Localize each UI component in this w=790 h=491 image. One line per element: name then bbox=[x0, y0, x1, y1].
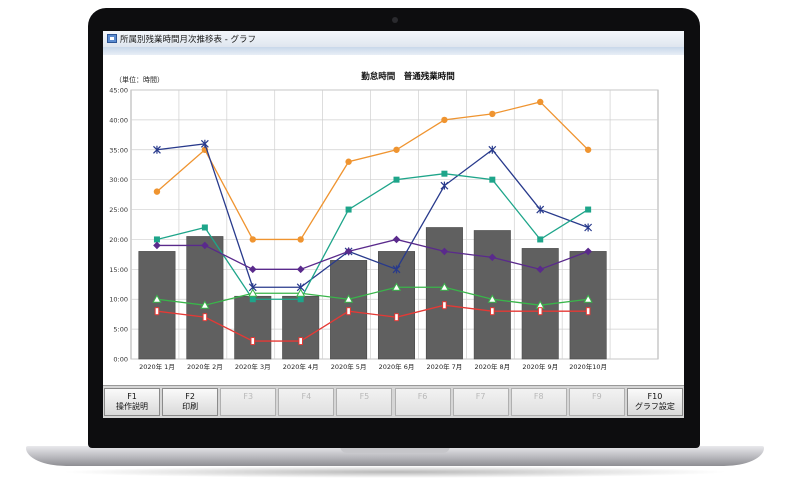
chart-area: （単位：時間） 勤怠時間 普通残業時間 2020年 1月 2020年 2月 2020… bbox=[103, 55, 684, 385]
bar bbox=[425, 227, 463, 360]
y-tick-label: 20:00 bbox=[109, 236, 128, 244]
x-tick-label: 2020年 6月 bbox=[379, 362, 415, 371]
y-tick-label: 5:00 bbox=[113, 326, 128, 334]
data-point bbox=[393, 146, 400, 153]
data-point bbox=[489, 176, 496, 183]
fkey-code: F1 bbox=[127, 392, 137, 401]
y-tick-label: 0:00 bbox=[113, 356, 128, 364]
y-tick-label: 25:00 bbox=[109, 206, 128, 214]
data-point bbox=[489, 110, 496, 118]
data-point bbox=[297, 236, 304, 243]
data-point bbox=[441, 170, 448, 177]
fkey-code: F6 bbox=[417, 392, 428, 401]
data-point bbox=[249, 236, 256, 243]
x-tick-label: 2020年 3月 bbox=[235, 362, 271, 371]
data-point bbox=[153, 236, 160, 243]
y-tick-label: 10:00 bbox=[109, 296, 128, 304]
fkey-label: 操作説明 bbox=[116, 402, 149, 411]
function-key-bar: F1 操作説明 F2 印刷 F3 F4 F5 F6 F7 F8 F9 F10 グラフ設定 bbox=[103, 385, 684, 418]
x-tick-label: 2020年10月 bbox=[569, 362, 607, 371]
data-point bbox=[394, 313, 399, 322]
data-point bbox=[585, 307, 591, 316]
x-axis-labels: 2020年 1月 2020年 2月 2020年 3月 2020年 4月 2020年 5月… bbox=[139, 362, 607, 371]
data-point bbox=[202, 313, 208, 322]
fkey-f4-button[interactable]: F4 bbox=[278, 388, 335, 416]
data-point bbox=[250, 337, 256, 346]
y-tick-label: 45:00 bbox=[109, 87, 128, 95]
fkey-f1-button[interactable]: F1 操作説明 bbox=[104, 388, 161, 416]
bar bbox=[569, 251, 607, 360]
y-tick-label: 40:00 bbox=[109, 116, 128, 124]
fkey-f7-button[interactable]: F7 bbox=[452, 388, 509, 416]
data-point bbox=[490, 307, 495, 316]
fkey-f3-button[interactable]: F3 bbox=[220, 388, 277, 416]
window-title: 所属別残業時間月次推移表 - グラフ bbox=[120, 35, 256, 45]
fkey-label: グラフ設定 bbox=[634, 402, 675, 411]
data-point bbox=[154, 307, 160, 316]
chart-title: 勤怠時間 普通残業時間 bbox=[361, 71, 455, 82]
fkey-f9-button[interactable]: F9 bbox=[568, 388, 625, 416]
data-point bbox=[585, 206, 592, 213]
app-window: 所属別残業時間月次推移表 - グラフ （単位：時間） 勤怠時間 普通残業時間 2… bbox=[103, 31, 684, 418]
data-point bbox=[537, 236, 544, 243]
data-point bbox=[393, 176, 400, 183]
x-tick-label: 2020年 9月 bbox=[522, 362, 558, 371]
overtime-chart: （単位：時間） 勤怠時間 普通残業時間 2020年 1月 2020年 2月 2020… bbox=[109, 71, 659, 371]
fkey-code: F8 bbox=[533, 392, 544, 401]
x-tick-label: 2020年 2月 bbox=[187, 362, 223, 371]
fkey-code: F5 bbox=[359, 392, 370, 401]
fkey-f8-button[interactable]: F8 bbox=[510, 388, 567, 416]
data-point bbox=[201, 224, 208, 231]
data-point bbox=[345, 206, 352, 213]
title-bar: 所属別残業時間月次推移表 - グラフ bbox=[103, 31, 684, 48]
fkey-code: F4 bbox=[301, 392, 312, 401]
laptop-shadow bbox=[60, 466, 730, 478]
x-tick-label: 2020年 5月 bbox=[331, 362, 367, 371]
data-point bbox=[441, 116, 448, 124]
laptop-frame: 所属別残業時間月次推移表 - グラフ （単位：時間） 勤怠時間 普通残業時間 2… bbox=[0, 0, 790, 491]
y-axis-labels: 0:00 5:00 10:00 15:00 20:00 25:00 30:00 35:00 40… bbox=[109, 87, 128, 364]
fkey-label: 印刷 bbox=[182, 402, 199, 411]
fkey-code: F10 bbox=[647, 392, 663, 401]
data-point bbox=[249, 296, 256, 303]
data-point bbox=[346, 307, 351, 316]
data-point bbox=[584, 146, 592, 153]
fkey-code: F2 bbox=[185, 392, 195, 401]
data-point bbox=[537, 98, 544, 106]
fkey-f2-button[interactable]: F2 印刷 bbox=[162, 388, 219, 416]
data-point bbox=[537, 307, 543, 316]
data-point bbox=[153, 188, 161, 195]
bar bbox=[186, 236, 224, 360]
y-tick-label: 15:00 bbox=[109, 266, 128, 274]
unit-label: （単位：時間） bbox=[115, 75, 164, 84]
bar bbox=[234, 295, 272, 360]
x-tick-label: 2020年 7月 bbox=[427, 362, 463, 371]
fkey-code: F9 bbox=[591, 392, 602, 401]
y-tick-label: 35:00 bbox=[109, 146, 128, 154]
x-tick-label: 2020年 4月 bbox=[283, 362, 319, 371]
fkey-code: F3 bbox=[243, 392, 254, 401]
camera-icon bbox=[392, 17, 398, 23]
data-point bbox=[297, 296, 304, 303]
data-point bbox=[298, 337, 303, 346]
fkey-f6-button[interactable]: F6 bbox=[394, 388, 451, 416]
bar bbox=[282, 295, 320, 360]
x-tick-label: 2020年 8月 bbox=[474, 362, 510, 371]
data-point bbox=[345, 158, 352, 165]
app-icon bbox=[107, 34, 117, 43]
fkey-f5-button[interactable]: F5 bbox=[336, 388, 393, 416]
bar bbox=[138, 251, 176, 360]
fkey-code: F7 bbox=[475, 392, 486, 401]
data-point bbox=[442, 301, 447, 310]
x-tick-label: 2020年 1月 bbox=[139, 362, 175, 371]
header-band bbox=[103, 47, 684, 55]
y-tick-label: 30:00 bbox=[109, 176, 128, 184]
fkey-f10-button[interactable]: F10 グラフ設定 bbox=[626, 388, 683, 416]
